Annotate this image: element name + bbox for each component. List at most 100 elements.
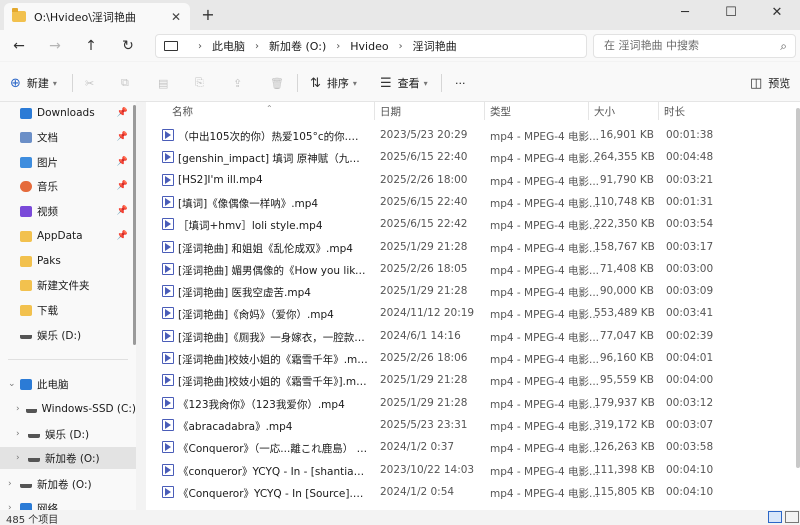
tab-current-folder[interactable]: O:\Hvideo\淫词艳曲 ✕ <box>4 3 190 30</box>
file-list: ⌃ 名称 日期 类型 大小 时长 （中出105次的你）热爱105°c的你.mp4… <box>146 102 800 510</box>
refresh-button[interactable]: ↻ <box>117 36 139 56</box>
close-window-button[interactable]: ✕ <box>754 0 800 30</box>
file-row[interactable]: [淫词艳曲]校妓小姐的《霜雪千年》.mp4 2025/2/26 18:06 mp4 … <box>146 347 800 369</box>
file-row[interactable]: [淫词艳曲] 和姐姐《乱伦成双》.mp4 2025/1/29 21:28 mp4 -… <box>146 236 800 258</box>
sidebar-item-downloads[interactable]: Downloads 📌 <box>0 102 136 124</box>
chevron-right-icon[interactable]: › <box>16 404 26 414</box>
file-row[interactable]: [HS2]I'm ill.mp4 2025/2/26 18:00 mp4 - MPE… <box>146 169 800 191</box>
share-button[interactable]: ⇪ <box>233 74 242 92</box>
file-type: mp4 - MPEG-4 电影... <box>490 354 600 366</box>
file-row[interactable]: 《conqueror》YCYQ - In - [shantianxiaozh..… <box>146 459 800 481</box>
file-size: 90,000 KB <box>599 285 654 298</box>
view-button[interactable]: ☰ 查看 ▾ <box>380 74 428 92</box>
file-row[interactable]: [淫词艳曲]校妓小姐的《霜雪千年》].mp4 2025/1/29 21:28 mp4… <box>146 369 800 391</box>
breadcrumb-item-drive[interactable]: 新加卷 (O:) <box>269 38 326 54</box>
file-duration: 00:03:09 <box>666 285 714 298</box>
rename-button[interactable]: ⎘ <box>195 74 204 92</box>
file-size: 96,160 KB <box>599 352 654 364</box>
tiles-view-button[interactable] <box>785 511 799 523</box>
chevron-right-icon[interactable]: › <box>8 479 20 489</box>
sidebar-item-label: 图片 <box>37 156 58 169</box>
folder-icon <box>20 279 32 291</box>
cut-button[interactable]: ✂ <box>85 74 94 92</box>
sidebar-item-network[interactable]: › 网络 <box>0 497 136 510</box>
file-row[interactable]: [淫词艳曲] 媚男偶像的《How you like that... 2025/2/… <box>146 258 800 280</box>
column-header-date[interactable]: 日期 <box>380 104 401 119</box>
sidebar-item-paks[interactable]: Paks <box>0 250 136 272</box>
file-row[interactable]: 《Conqueror》YCYQ - In [Source].mp4 2024/1/… <box>146 481 800 503</box>
back-button[interactable]: ← <box>8 36 30 56</box>
chevron-down-icon: ▾ <box>52 78 57 88</box>
sidebar-item-label: 新加卷 (O:) <box>45 452 100 465</box>
sidebar-item-drive-o[interactable]: › 新加卷 (O:) <box>0 447 136 469</box>
delete-button[interactable]: 🗑 <box>270 74 284 92</box>
search-input[interactable]: 在 淫词艳曲 中搜索 ⌕ <box>593 34 796 58</box>
chevron-right-icon[interactable]: › <box>16 453 28 463</box>
column-header-name[interactable]: 名称 <box>172 104 193 119</box>
file-row[interactable]: [淫词艳曲]《肏妈》（爱你）.mp4 2024/11/12 20:19 mp4 - … <box>146 302 800 324</box>
maximize-button[interactable]: ☐ <box>708 0 754 30</box>
sidebar-item-pictures[interactable]: 图片 📌 <box>0 151 136 173</box>
file-name: [淫词艳曲]校妓小姐的《霜雪千年》.mp4 <box>178 354 368 366</box>
download-icon <box>20 107 32 119</box>
file-row[interactable]: 《123我肏你》（123我爱你）.mp4 2025/1/29 21:28 mp4 -… <box>146 392 800 414</box>
file-row[interactable]: ［填词+hmv］loli style.mp4 2025/6/15 22:42 mp4… <box>146 213 800 235</box>
column-divider[interactable] <box>588 102 589 120</box>
chevron-right-icon[interactable]: › <box>8 503 20 510</box>
copy-button[interactable]: ⧉ <box>121 74 129 92</box>
forward-button[interactable]: → <box>44 36 66 56</box>
sidebar-item-drive-c[interactable]: › Windows-SSD (C:) <box>0 398 136 420</box>
minimize-button[interactable]: ─ <box>662 0 708 30</box>
file-date: 2023/5/23 20:29 <box>380 129 468 141</box>
breadcrumb-item-hvideo[interactable]: Hvideo <box>350 40 388 53</box>
sidebar-item-documents[interactable]: 文档 📌 <box>0 126 136 148</box>
sidebar-item-drive-d[interactable]: › 娱乐 (D:) <box>0 423 136 445</box>
sidebar-item-this-pc[interactable]: ⌄ 此电脑 <box>0 373 136 395</box>
new-button[interactable]: ⊕ 新建 ▾ <box>10 74 57 92</box>
column-divider[interactable] <box>374 102 375 120</box>
paste-button[interactable]: ▤ <box>158 74 168 92</box>
sidebar-item-label: Windows-SSD (C:) <box>41 403 136 415</box>
sidebar-item-drive-d[interactable]: 娱乐 (D:) <box>0 324 136 346</box>
sidebar-scrollbar[interactable] <box>133 105 136 345</box>
column-header-duration[interactable]: 时长 <box>664 104 685 119</box>
chevron-down-icon[interactable]: ⌄ <box>8 379 20 389</box>
sidebar-item-videos[interactable]: 视频 📌 <box>0 200 136 222</box>
preview-pane-button[interactable]: ◫ 预览 <box>750 74 790 92</box>
breadcrumb[interactable]: › 此电脑 › 新加卷 (O:) › Hvideo › 淫词艳曲 <box>155 34 587 58</box>
sidebar-item-download-folder[interactable]: 下载 <box>0 299 136 321</box>
sidebar-item-drive-o-root[interactable]: › 新加卷 (O:) <box>0 473 136 495</box>
tab-close-icon[interactable]: ✕ <box>168 10 184 24</box>
file-row[interactable]: 《abracadabra》.mp4 2025/5/23 23:31 mp4 - MP… <box>146 414 800 436</box>
column-divider[interactable] <box>658 102 659 120</box>
column-header-type[interactable]: 类型 <box>490 104 511 119</box>
file-row[interactable]: [填词]《像偶像一样呐》.mp4 2025/6/15 22:40 mp4 - MPE… <box>146 191 800 213</box>
up-button[interactable]: ↑ <box>80 36 102 56</box>
computer-icon <box>164 41 178 51</box>
details-view-button[interactable] <box>768 511 782 523</box>
sidebar-item-new-folder[interactable]: 新建文件夹 <box>0 274 136 296</box>
file-type: mp4 - MPEG-4 电影... <box>490 131 600 143</box>
file-list-scrollbar[interactable] <box>796 108 800 468</box>
file-size: 95,559 KB <box>599 374 654 387</box>
file-row[interactable]: [淫词艳曲]《厕我》一身嫁衣，一腔款腥[1].... 2024/6/1 14:16… <box>146 325 800 347</box>
chevron-right-icon[interactable]: › <box>16 429 28 439</box>
column-divider[interactable] <box>484 102 485 120</box>
file-name: 《abracadabra》.mp4 <box>178 420 293 433</box>
breadcrumb-item-current[interactable]: 淫词艳曲 <box>413 38 457 54</box>
file-row[interactable]: （中出105次的你）热爱105°c的你.mp4 2023/5/23 20:29 mp… <box>146 124 800 146</box>
more-options-button[interactable]: ··· <box>455 74 466 92</box>
file-name: [淫词艳曲] 媚男偶像的《How you like that... <box>178 264 368 277</box>
sort-button[interactable]: ⇅ 排序 ▾ <box>310 74 357 92</box>
file-row[interactable]: 《Conqueror》（一応...離これ鹿島） YCYQ... 2024/1/2 … <box>146 436 800 458</box>
new-tab-button[interactable]: + <box>198 5 218 25</box>
file-duration: 00:04:00 <box>666 374 714 387</box>
sidebar-item-music[interactable]: 音乐 📌 <box>0 175 136 197</box>
folder-icon <box>12 8 26 22</box>
breadcrumb-item-this-pc[interactable]: 此电脑 <box>212 38 245 54</box>
column-header-size[interactable]: 大小 <box>594 104 615 119</box>
file-row[interactable]: [淫词艳曲] 医我空虚苦.mp4 2025/1/29 21:28 mp4 - MPE… <box>146 280 800 302</box>
file-row[interactable]: [genshin_impact] 填词 原神赋（九九八十一... 2025/6/1… <box>146 146 800 168</box>
file-type: mp4 - MPEG-4 电影... <box>490 197 600 210</box>
sidebar-item-appdata[interactable]: AppData 📌 <box>0 225 136 247</box>
